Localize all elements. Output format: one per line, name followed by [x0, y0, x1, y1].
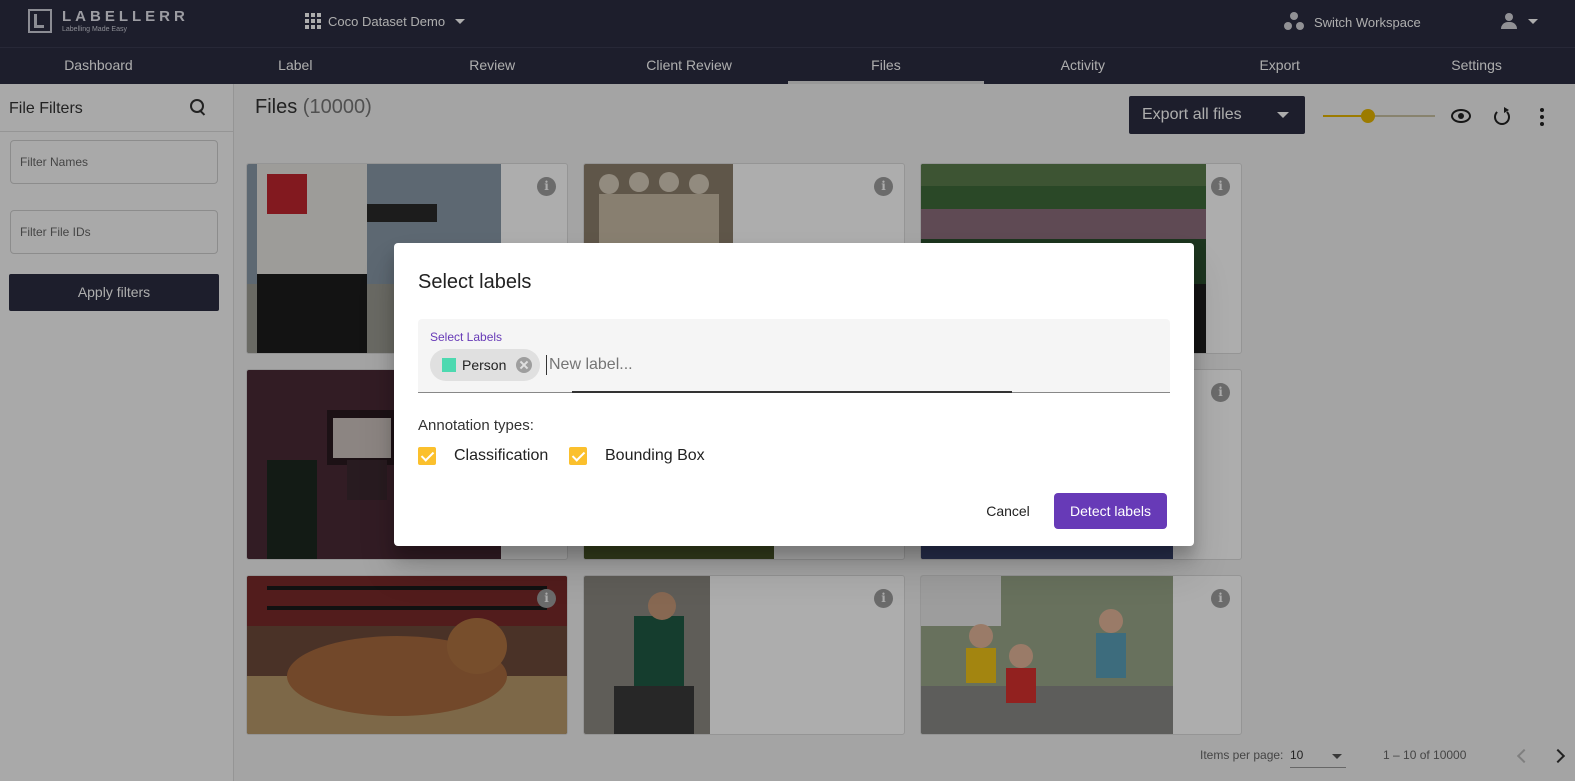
- annotation-types-label: Annotation types:: [418, 417, 534, 434]
- field-label: Select Labels: [430, 330, 503, 344]
- remove-chip-icon[interactable]: [516, 357, 533, 373]
- cancel-button[interactable]: Cancel: [974, 493, 1042, 529]
- label-chip-person[interactable]: Person: [430, 349, 541, 381]
- new-label-input[interactable]: [546, 355, 846, 375]
- checkbox-checked-icon[interactable]: [569, 447, 587, 465]
- select-labels-dialog: Select labels Select Labels Person Annot…: [394, 243, 1194, 546]
- detect-labels-button[interactable]: Detect labels: [1054, 493, 1167, 529]
- chip-label: Person: [462, 357, 507, 373]
- bounding-box-checkbox[interactable]: Bounding Box: [569, 447, 705, 465]
- checkbox-checked-icon[interactable]: [418, 447, 436, 465]
- labels-chip-field[interactable]: Select Labels Person: [418, 319, 1170, 393]
- checkbox-label: Classification: [454, 447, 549, 464]
- dialog-title: Select labels: [418, 271, 532, 293]
- checkbox-label: Bounding Box: [605, 447, 705, 464]
- classification-checkbox[interactable]: Classification: [418, 447, 548, 465]
- field-focus-underline: [572, 391, 1012, 393]
- label-color-swatch: [442, 358, 456, 372]
